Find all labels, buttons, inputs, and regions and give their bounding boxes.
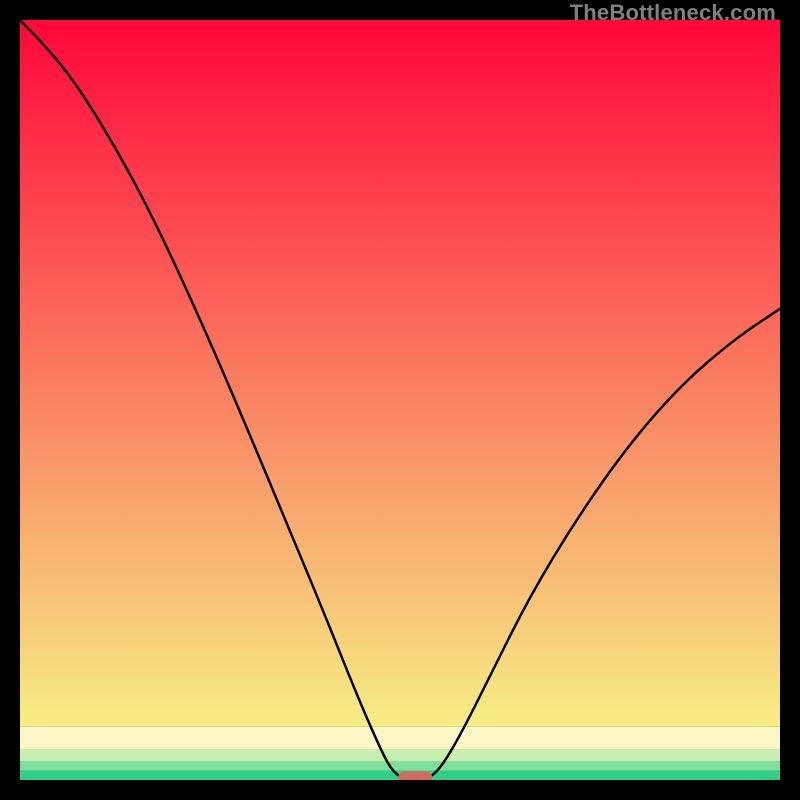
bottleneck-chart bbox=[20, 20, 780, 780]
band bbox=[20, 20, 780, 727]
background-bands bbox=[20, 20, 780, 780]
optimal-marker bbox=[398, 772, 432, 781]
band bbox=[20, 750, 780, 761]
watermark-text: TheBottleneck.com bbox=[570, 0, 776, 26]
band bbox=[20, 761, 780, 771]
band bbox=[20, 727, 780, 750]
